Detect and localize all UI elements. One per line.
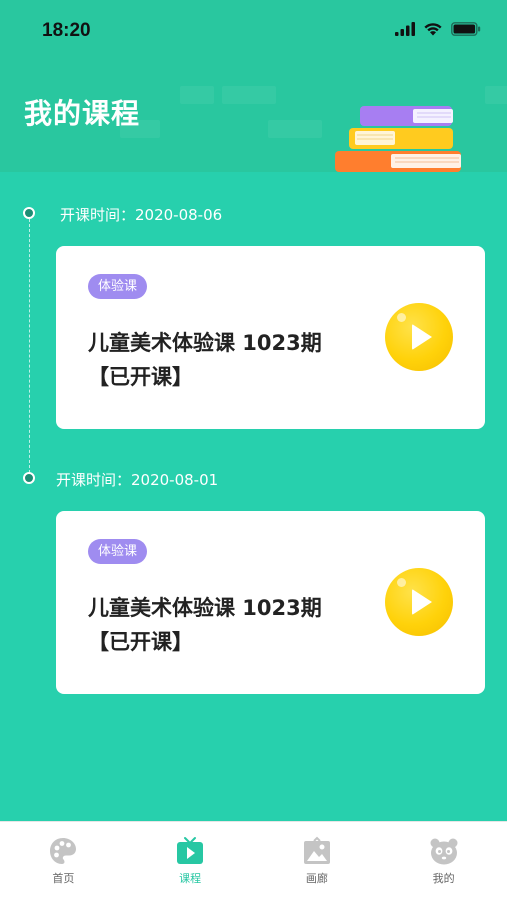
tab-label: 画廊 [305,872,328,885]
course-card[interactable]: 体验课 儿童美术体验课 1023期 【已开课】 [56,246,485,429]
bottom-tab-bar: 首页 课程 画廊 我的 [0,821,507,900]
header-decoration [222,86,276,104]
tv-play-icon [177,837,204,864]
status-time: 18:20 [42,20,91,41]
course-title: 儿童美术体验课 1023期 【已开课】 [88,591,368,659]
play-button[interactable] [385,303,453,371]
signal-icon [395,22,415,36]
tab-home[interactable]: 首页 [0,822,127,900]
course-date-label: 开课时间：2020-08-06 [60,206,223,224]
course-title: 儿童美术体验课 1023期 【已开课】 [88,326,368,394]
status-icons [395,22,481,36]
page-title: 我的课程 [24,97,141,130]
header-decoration [485,86,507,104]
course-title-line: 儿童美术体验课 1023期 [88,596,322,620]
tab-courses[interactable]: 课程 [127,822,254,900]
picture-icon [303,836,330,864]
play-icon [412,589,432,615]
course-type-badge: 体验课 [88,539,148,564]
tab-label: 我的 [432,872,455,885]
play-button[interactable] [385,568,453,636]
timeline-dot [23,207,35,219]
course-title-line: 儿童美术体验课 1023期 [88,331,322,355]
course-date-label: 开课时间：2020-08-01 [56,471,219,489]
tab-gallery[interactable]: 画廊 [254,822,381,900]
page-header: 18:20 我的课程 [0,0,507,172]
tab-mine[interactable]: 我的 [380,822,507,900]
status-bar: 18:20 [0,0,507,64]
tab-label: 首页 [52,872,75,885]
course-status-line: 【已开课】 [88,630,193,654]
timeline-line [29,214,30,478]
book-stack-icon [335,106,461,172]
play-icon [412,324,432,350]
header-decoration [268,120,322,138]
course-status-line: 【已开课】 [88,365,193,389]
palette-icon [50,838,77,864]
header-decoration [180,86,214,104]
battery-icon [451,22,481,36]
course-card[interactable]: 体验课 儿童美术体验课 1023期 【已开课】 [56,511,485,694]
tab-label: 课程 [179,872,202,885]
wifi-icon [424,23,442,36]
timeline-dot [23,472,35,484]
panda-icon [430,838,458,865]
course-type-badge: 体验课 [88,274,148,299]
